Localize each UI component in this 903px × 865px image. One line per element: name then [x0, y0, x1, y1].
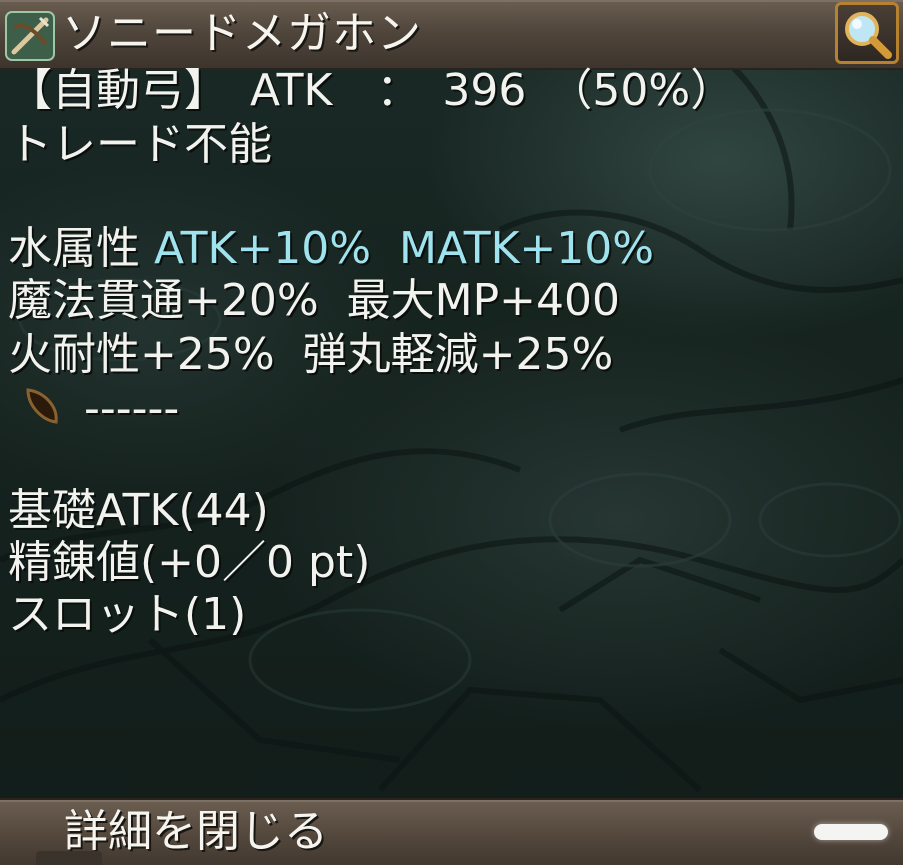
- element-line: 水属性 ATK+10% MATK+10%: [8, 224, 654, 274]
- item-name: ソニードメガホン: [62, 8, 422, 59]
- element-label: 水属性: [8, 223, 140, 274]
- inspect-button[interactable]: [835, 2, 899, 64]
- magnifier-icon: [845, 12, 892, 59]
- slot-count: スロット(1): [8, 589, 247, 640]
- item-detail-screen: ソニードメガホン 【自動弓】 ATK ： 396 （50%） トレード不能 水属…: [0, 0, 903, 865]
- refine-value: 精錬値(+0／0 pt): [8, 537, 371, 588]
- close-details-button[interactable]: 詳細を閉じる: [64, 804, 328, 860]
- stat-line: 火耐性+25% 弾丸軽減+25%: [8, 329, 614, 380]
- item-header: ソニードメガホン: [0, 0, 903, 70]
- bottom-tab-decoration: [36, 851, 102, 865]
- close-details-bar[interactable]: 詳細を閉じる: [0, 798, 903, 865]
- crossbow-icon: [5, 11, 55, 61]
- slot-card-line: ------: [84, 383, 180, 434]
- stat-line: 魔法貫通+20% 最大MP+400: [8, 275, 620, 326]
- scroll-handle[interactable]: [814, 824, 888, 840]
- trade-restriction: トレード不能: [8, 119, 272, 170]
- element-bonus: ATK+10% MATK+10%: [154, 223, 655, 274]
- leaf-gem-icon: [26, 388, 58, 424]
- base-atk: 基礎ATK(44): [8, 485, 269, 536]
- weapon-type-atk: 【自動弓】 ATK ： 396 （50%）: [8, 65, 735, 116]
